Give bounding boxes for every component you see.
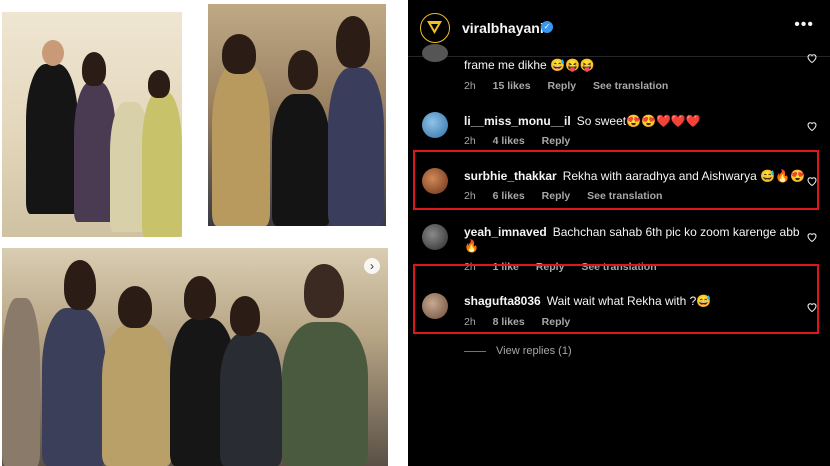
- photo-family-group[interactable]: [2, 12, 182, 237]
- comment-likes[interactable]: 4 likes: [493, 135, 525, 147]
- post-header: viralbhayani ✓ •••: [408, 0, 830, 57]
- comment-meta: 2h 6 likes Reply See translation: [464, 190, 676, 202]
- figure-hair: [64, 260, 96, 310]
- figure-hair: [304, 264, 344, 318]
- comment-time: 2h: [464, 190, 476, 202]
- replies-divider: [464, 350, 486, 352]
- see-translation-button[interactable]: See translation: [593, 80, 668, 92]
- see-translation-button[interactable]: See translation: [587, 190, 662, 202]
- logo-v-shape: [427, 21, 442, 34]
- comment-time: 2h: [464, 80, 476, 92]
- comment-text: frame me dikhe 😅😝😝: [464, 58, 595, 72]
- figure-hair: [118, 286, 152, 328]
- figure-hair: [230, 296, 260, 336]
- comment-username[interactable]: shagufta8036: [464, 294, 541, 308]
- heart-icon[interactable]: [806, 301, 818, 313]
- comment-time: 2h: [464, 316, 476, 328]
- figure-woman-navy: [42, 308, 106, 466]
- figure-woman-gold: [102, 324, 172, 466]
- comment-avatar[interactable]: [422, 293, 448, 319]
- comment-avatar[interactable]: [422, 44, 448, 62]
- reply-button[interactable]: Reply: [547, 80, 576, 92]
- comment-text: Wait wait what Rekha with ?😅: [546, 294, 712, 308]
- figure-hair: [288, 50, 318, 90]
- figure-man-green: [282, 322, 368, 466]
- heart-icon[interactable]: [806, 231, 818, 243]
- comment-text-continued: 🔥: [464, 239, 479, 253]
- figure-hair: [222, 34, 256, 74]
- comment-avatar[interactable]: [422, 224, 448, 250]
- comment-username[interactable]: yeah_imnaved: [464, 225, 547, 239]
- view-replies-label[interactable]: View replies (1): [496, 345, 572, 357]
- reply-button[interactable]: Reply: [542, 190, 571, 202]
- comment-username[interactable]: surbhie_thakkar: [464, 169, 557, 183]
- figure-hair: [82, 52, 106, 86]
- comment-username[interactable]: li__miss_monu__il: [464, 114, 571, 128]
- comment-avatar[interactable]: [422, 112, 448, 138]
- figure-man-suit: [220, 332, 282, 466]
- comment-text: Rekha with aaradhya and Aishwarya 😅🔥😍: [562, 169, 805, 183]
- comment-time: 2h: [464, 135, 476, 147]
- comment-text: So sweet😍😍❤️❤️❤️: [576, 114, 701, 128]
- comment-text: Bachchan sahab 6th pic ko zoom karenge a…: [552, 225, 800, 239]
- figure-hair: [336, 16, 370, 68]
- photo-celebrity-group[interactable]: ›: [2, 248, 388, 466]
- figure-hair: [184, 276, 216, 320]
- comment-likes[interactable]: 8 likes: [493, 316, 525, 328]
- comment-body: surbhie_thakkar Rekha with aaradhya and A…: [464, 169, 805, 183]
- heart-icon[interactable]: [806, 52, 818, 64]
- comment-body: shagufta8036 Wait wait what Rekha with ?😅: [464, 294, 711, 308]
- reply-button[interactable]: Reply: [542, 316, 571, 328]
- figure-head: [42, 40, 64, 66]
- comment-meta: 2h 4 likes Reply: [464, 135, 584, 147]
- figure-hair: [148, 70, 170, 98]
- heart-icon[interactable]: [806, 120, 818, 132]
- comment-body-line2: 🔥: [464, 239, 479, 253]
- post-media: ›: [0, 0, 408, 466]
- figure-woman-black: [272, 94, 330, 226]
- next-photo-icon[interactable]: ›: [364, 258, 380, 274]
- heart-icon[interactable]: [806, 175, 818, 187]
- viralbhayani-logo-icon[interactable]: [420, 13, 450, 43]
- more-options-icon[interactable]: •••: [794, 16, 814, 34]
- figure-man-black: [26, 64, 78, 214]
- verified-icon: ✓: [541, 21, 553, 33]
- view-replies-button[interactable]: View replies (1): [464, 345, 572, 357]
- post-username[interactable]: viralbhayani: [462, 20, 544, 36]
- figure-woman-navy: [328, 68, 384, 226]
- figure-woman-gold: [212, 64, 270, 226]
- comment-likes[interactable]: 15 likes: [493, 80, 531, 92]
- comment-body: li__miss_monu__il So sweet😍😍❤️❤️❤️: [464, 114, 701, 128]
- photo-three-women[interactable]: [208, 4, 386, 226]
- comment-body: yeah_imnaved Bachchan sahab 6th pic ko zo…: [464, 225, 800, 239]
- comment-meta: 2h 8 likes Reply: [464, 316, 584, 328]
- comment-likes[interactable]: 6 likes: [493, 190, 525, 202]
- comment-avatar[interactable]: [422, 168, 448, 194]
- comment-body: frame me dikhe 😅😝😝: [464, 58, 595, 72]
- comments-panel: viralbhayani ✓ ••• frame me dikhe 😅😝😝 2h…: [408, 0, 830, 466]
- figure-woman-saree: [142, 92, 182, 237]
- figure-bystander: [2, 298, 40, 466]
- reply-button[interactable]: Reply: [542, 135, 571, 147]
- comment-meta: 2h 15 likes Reply See translation: [464, 80, 682, 92]
